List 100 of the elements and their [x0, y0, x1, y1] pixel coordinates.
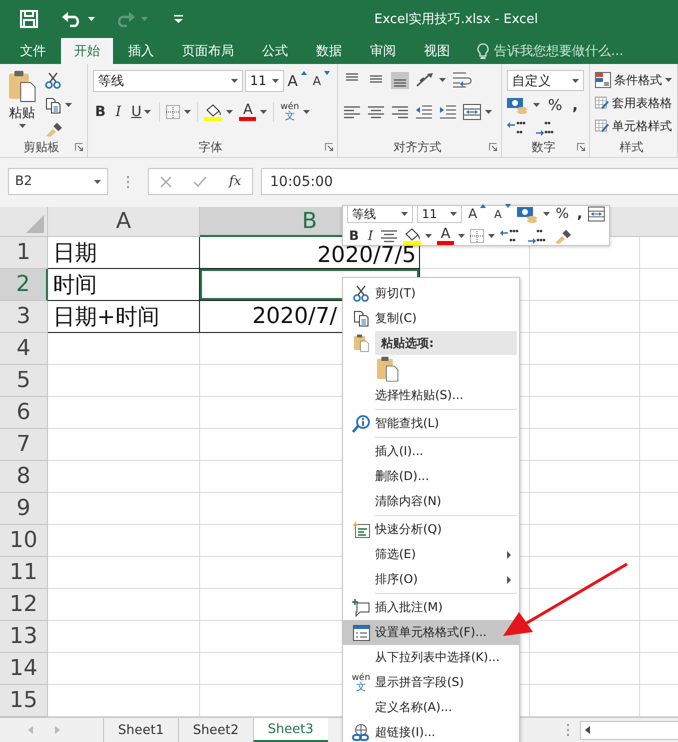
row-header[interactable]: 11	[0, 557, 48, 589]
shrink-font-button[interactable]: A	[310, 71, 332, 91]
currency-button[interactable]	[507, 95, 540, 115]
dialog-launcher-icon[interactable]	[577, 143, 585, 151]
phonetic-button[interactable]: wén 文	[280, 102, 310, 122]
copy-button[interactable]	[45, 95, 72, 115]
fill-color-button[interactable]	[403, 226, 432, 246]
row-header[interactable]: 7	[0, 429, 48, 461]
row-header[interactable]: 2	[0, 269, 48, 301]
grow-font-button[interactable]: A	[286, 71, 309, 91]
style-button[interactable]: 单元格样式	[595, 116, 672, 136]
name-box[interactable]: B2	[8, 168, 108, 195]
vertical-align-icon[interactable]	[391, 72, 409, 88]
number-format-field[interactable]: 自定义	[507, 70, 584, 91]
menu-item[interactable]: 超链接(I)...	[343, 720, 519, 742]
row-header[interactable]: 5	[0, 365, 48, 397]
bold-button[interactable]: B	[93, 102, 108, 122]
currency-icon[interactable]	[516, 206, 539, 222]
paste-icon[interactable]	[8, 70, 36, 102]
insert-function-button[interactable]: fx	[229, 174, 242, 189]
dialog-launcher-icon[interactable]	[325, 143, 333, 151]
center-align-icon[interactable]	[367, 104, 385, 120]
formula-input[interactable]: 10:05:00	[261, 168, 678, 195]
save-button[interactable]	[20, 7, 38, 31]
orientation-icon[interactable]	[415, 72, 435, 88]
currency-icon[interactable]	[507, 96, 529, 114]
menu-item[interactable]: 定义名称(A)...	[343, 695, 519, 720]
menu-item[interactable]: 从下拉列表中选择(K)...	[343, 645, 519, 670]
increase-indent-icon[interactable]	[439, 104, 457, 120]
row-header[interactable]: 3	[0, 301, 48, 333]
align-left-icon[interactable]	[343, 104, 361, 120]
font-size-field[interactable]: 11	[244, 70, 284, 92]
borders-button[interactable]	[166, 102, 192, 122]
font-color-button[interactable]: A	[437, 225, 466, 247]
copy-icon[interactable]	[353, 310, 369, 327]
fill-color-icon[interactable]	[204, 104, 222, 120]
align-right-icon[interactable]	[391, 104, 409, 120]
percent-button[interactable]: %	[554, 204, 571, 224]
customize-icon[interactable]	[174, 15, 183, 23]
fill-color-icon[interactable]	[403, 228, 422, 244]
scissors-icon[interactable]	[353, 285, 369, 302]
wrap-text-icon[interactable]	[452, 71, 472, 89]
conditional-formatting-icon[interactable]	[595, 72, 611, 88]
comma-button[interactable]: ,	[570, 95, 580, 115]
row-header[interactable]: 9	[0, 493, 48, 525]
row-header[interactable]: 6	[0, 397, 48, 429]
menu-item[interactable]: 设置单元格格式(F)...	[343, 620, 519, 645]
merge-button[interactable]	[463, 102, 492, 122]
row-header[interactable]: 14	[0, 653, 48, 685]
row-header[interactable]: 4	[0, 333, 48, 365]
paste-icon[interactable]	[354, 334, 368, 352]
ribbon-tab[interactable]: 开始	[61, 38, 113, 64]
italic-button[interactable]: I	[114, 102, 124, 122]
borders-button[interactable]	[470, 226, 496, 246]
font-color-button[interactable]: A	[239, 101, 268, 123]
menu-item[interactable]: 清除内容(N)	[343, 489, 519, 514]
sheet-tab[interactable]: Sheet3	[252, 718, 328, 742]
save-icon[interactable]	[20, 10, 38, 28]
ribbon-tab[interactable]: 插入	[115, 38, 167, 64]
menu-item[interactable]: 删除(D)...	[343, 464, 519, 489]
menu-item[interactable]: 选择性粘贴(S)...	[343, 383, 519, 408]
paste-button[interactable]: 粘贴	[5, 70, 39, 137]
menu-item[interactable]: 筛选(E)	[343, 542, 519, 567]
dialog-launcher-icon[interactable]	[489, 143, 497, 151]
format-painter-icon[interactable]	[554, 228, 572, 244]
font-name-field[interactable]: 等线	[347, 205, 413, 223]
row-header[interactable]: 8	[0, 461, 48, 493]
sheet-tab[interactable]: Sheet1	[103, 718, 178, 742]
row-header[interactable]: 10	[0, 525, 48, 557]
row-header[interactable]: 1	[0, 237, 48, 269]
style-button[interactable]: 套用表格格	[595, 93, 672, 113]
horizontal-scrollbar[interactable]	[580, 720, 678, 740]
format-painter-icon[interactable]	[45, 121, 63, 137]
font-name-field[interactable]: 等线	[93, 70, 243, 92]
copy-icon[interactable]	[45, 96, 61, 114]
dialog-launcher-icon[interactable]	[75, 143, 83, 151]
undo-icon[interactable]	[62, 11, 82, 27]
merge-center-icon[interactable]	[588, 206, 606, 222]
menu-item[interactable]: 排序(O)	[343, 567, 519, 592]
tell-me-field[interactable]: 告诉我您想要做什么...	[494, 42, 624, 60]
percent-button[interactable]: %	[546, 95, 564, 115]
borders-icon[interactable]	[470, 229, 484, 243]
ribbon-tab[interactable]: 文件	[7, 38, 59, 64]
row-header[interactable]: 12	[0, 589, 48, 621]
scissors-icon[interactable]	[45, 72, 61, 89]
table-format-icon[interactable]	[595, 95, 609, 111]
ribbon-tab[interactable]: 视图	[411, 38, 463, 64]
row-header[interactable]: 13	[0, 621, 48, 653]
ribbon-tab[interactable]: 审阅	[357, 38, 409, 64]
merge-center-icon[interactable]	[463, 104, 481, 120]
ribbon-tab[interactable]: 数据	[303, 38, 355, 64]
style-button[interactable]: 条件格式	[595, 70, 672, 90]
comma-button[interactable]: ,	[574, 204, 584, 224]
ribbon-tab[interactable]: 页面布局	[169, 38, 247, 64]
currency-button[interactable]	[516, 204, 550, 224]
font-size-field[interactable]: 11	[416, 205, 462, 223]
cell-styles-icon[interactable]	[595, 118, 609, 134]
center-align-icon[interactable]	[380, 228, 398, 244]
row-header[interactable]: 15	[0, 685, 48, 717]
fill-color-button[interactable]	[204, 102, 234, 122]
